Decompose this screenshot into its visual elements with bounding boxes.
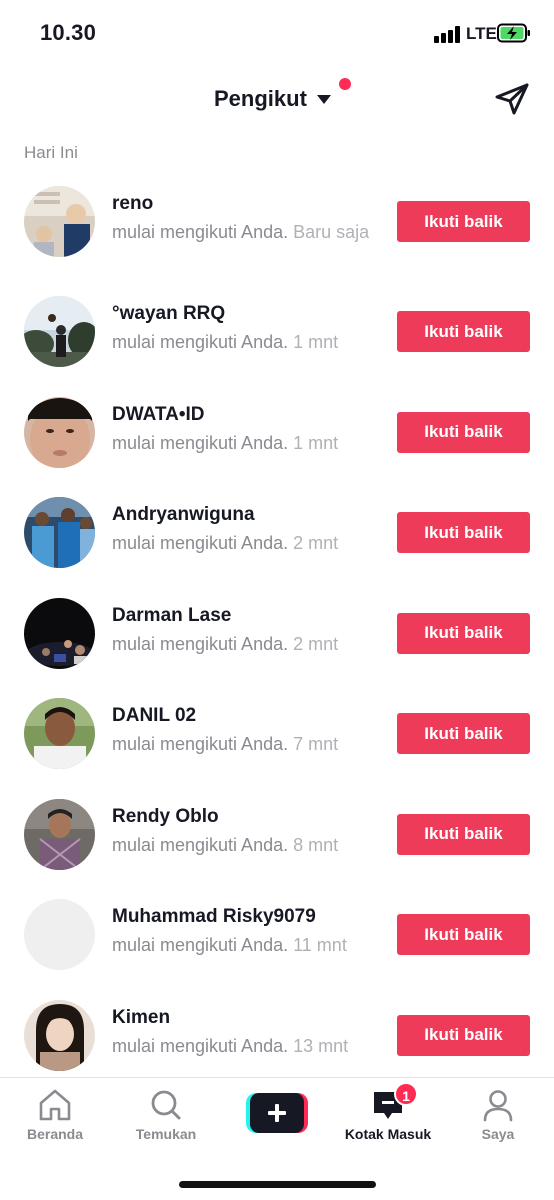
list-item: Muhammad Risky9079 mulai mengikuti Anda.… <box>0 889 554 990</box>
follow-back-button[interactable]: Ikuti balik <box>397 1014 530 1056</box>
username[interactable]: DANIL 02 <box>112 704 382 728</box>
activity-time: 1 mnt <box>293 432 339 453</box>
activity-text: mulai mengikuti Anda. 1 mnt <box>112 432 339 453</box>
header: Pengikut <box>0 70 554 128</box>
caret-down-icon <box>316 94 331 104</box>
nav-profile-label: Saya <box>481 1126 515 1142</box>
list-item: DANIL 02 mulai mengikuti Anda. 7 mnt Iku… <box>0 688 554 789</box>
username[interactable]: Rendy Oblo <box>112 805 382 829</box>
avatar[interactable] <box>24 186 95 257</box>
activity-time: 13 mnt <box>293 1035 349 1056</box>
followers-list: reno mulai mengikuti Anda. Baru saja Iku… <box>0 176 554 1090</box>
home-indicator <box>179 1181 376 1188</box>
profile-icon <box>483 1090 513 1122</box>
username[interactable]: °wayan RRQ <box>112 302 382 326</box>
follow-back-button[interactable]: Ikuti balik <box>397 713 530 754</box>
follow-back-button[interactable]: Ikuti balik <box>397 512 530 553</box>
home-icon <box>39 1089 71 1121</box>
signal-icon <box>434 25 462 43</box>
list-item: Kimen mulai mengikuti Anda. 13 mnt Ikuti… <box>0 990 554 1091</box>
activity-text: mulai mengikuti Anda. 2 mnt <box>112 533 339 553</box>
list-item: reno mulai mengikuti Anda. Baru saja Iku… <box>0 176 554 286</box>
activity-text: mulai mengikuti Anda. 1 mnt <box>112 332 339 352</box>
follow-back-button[interactable]: Ikuti balik <box>397 201 530 242</box>
follow-back-button[interactable]: Ikuti balik <box>397 914 530 955</box>
list-item: Darman Lase mulai mengikuti Anda. 2 mnt … <box>0 588 554 689</box>
avatar[interactable] <box>24 999 95 1071</box>
inbox-badge: 1 <box>394 1082 418 1106</box>
nav-discover[interactable]: Temukan <box>116 1088 216 1142</box>
network-type: LTE <box>466 24 497 43</box>
activity-time: 1 mnt <box>293 332 339 352</box>
activity-time: 8 mnt <box>293 834 339 855</box>
activity-text: mulai mengikuti Anda. 13 mnt <box>112 1035 349 1056</box>
list-item: DWATA•ID mulai mengikuti Anda. 1 mnt Iku… <box>0 387 554 488</box>
username[interactable]: Kimen <box>112 1006 382 1030</box>
username[interactable]: Darman Lase <box>112 604 382 628</box>
follow-back-button[interactable]: Ikuti balik <box>397 813 530 855</box>
activity-time: 2 mnt <box>293 533 339 553</box>
activity-text: mulai mengikuti Anda. 8 mnt <box>112 834 339 855</box>
username[interactable]: Andryanwiguna <box>112 503 382 527</box>
follow-back-button[interactable]: Ikuti balik <box>397 411 530 453</box>
create-button[interactable] <box>246 1093 308 1133</box>
page-title: Pengikut <box>214 86 307 111</box>
avatar[interactable] <box>24 698 95 769</box>
section-label-today: Hari Ini <box>24 143 78 162</box>
status-time: 10.30 <box>40 20 97 45</box>
username[interactable]: DWATA•ID <box>112 403 382 427</box>
avatar-placeholder[interactable] <box>24 899 95 970</box>
nav-home-label: Beranda <box>26 1126 84 1142</box>
avatar[interactable] <box>24 497 95 568</box>
battery-charging-icon <box>497 23 530 43</box>
list-item: Rendy Oblo mulai mengikuti Anda. 8 mnt I… <box>0 789 554 890</box>
activity-text: mulai mengikuti Anda. Baru saja <box>112 222 370 242</box>
nav-inbox-label: Kotak Masuk <box>344 1126 432 1142</box>
activity-text: mulai mengikuti Anda. 7 mnt <box>112 734 339 754</box>
nav-inbox[interactable]: 1 Kotak Masuk <box>338 1082 438 1142</box>
activity-time: Baru saja <box>293 222 370 242</box>
activity-time: 2 mnt <box>293 633 339 654</box>
activity-time: 7 mnt <box>293 734 339 754</box>
follow-back-button[interactable]: Ikuti balik <box>397 612 530 654</box>
list-item: °wayan RRQ mulai mengikuti Anda. 1 mnt I… <box>0 286 554 387</box>
activity-text: mulai mengikuti Anda. 2 mnt <box>112 633 339 654</box>
activity-time: 11 mnt <box>293 935 347 955</box>
username[interactable]: Muhammad Risky9079 <box>112 905 382 929</box>
nav-discover-label: Temukan <box>135 1126 197 1142</box>
followers-dropdown[interactable]: Pengikut <box>214 84 331 114</box>
avatar[interactable] <box>24 798 95 870</box>
nav-home[interactable]: Beranda <box>5 1088 105 1142</box>
nav-profile[interactable]: Saya <box>448 1088 548 1142</box>
activity-text: mulai mengikuti Anda. 11 mnt <box>112 935 347 955</box>
notification-dot <box>339 78 351 90</box>
follow-back-button[interactable]: Ikuti balik <box>397 311 530 352</box>
status-bar: 10.30 LTE <box>0 0 554 64</box>
search-icon <box>151 1090 181 1120</box>
avatar[interactable] <box>24 597 95 669</box>
username[interactable]: reno <box>112 192 382 216</box>
list-item: Andryanwiguna mulai mengikuti Anda. 2 mn… <box>0 487 554 588</box>
avatar[interactable] <box>24 296 95 367</box>
paper-plane-icon[interactable] <box>494 82 530 116</box>
avatar[interactable] <box>24 396 95 468</box>
